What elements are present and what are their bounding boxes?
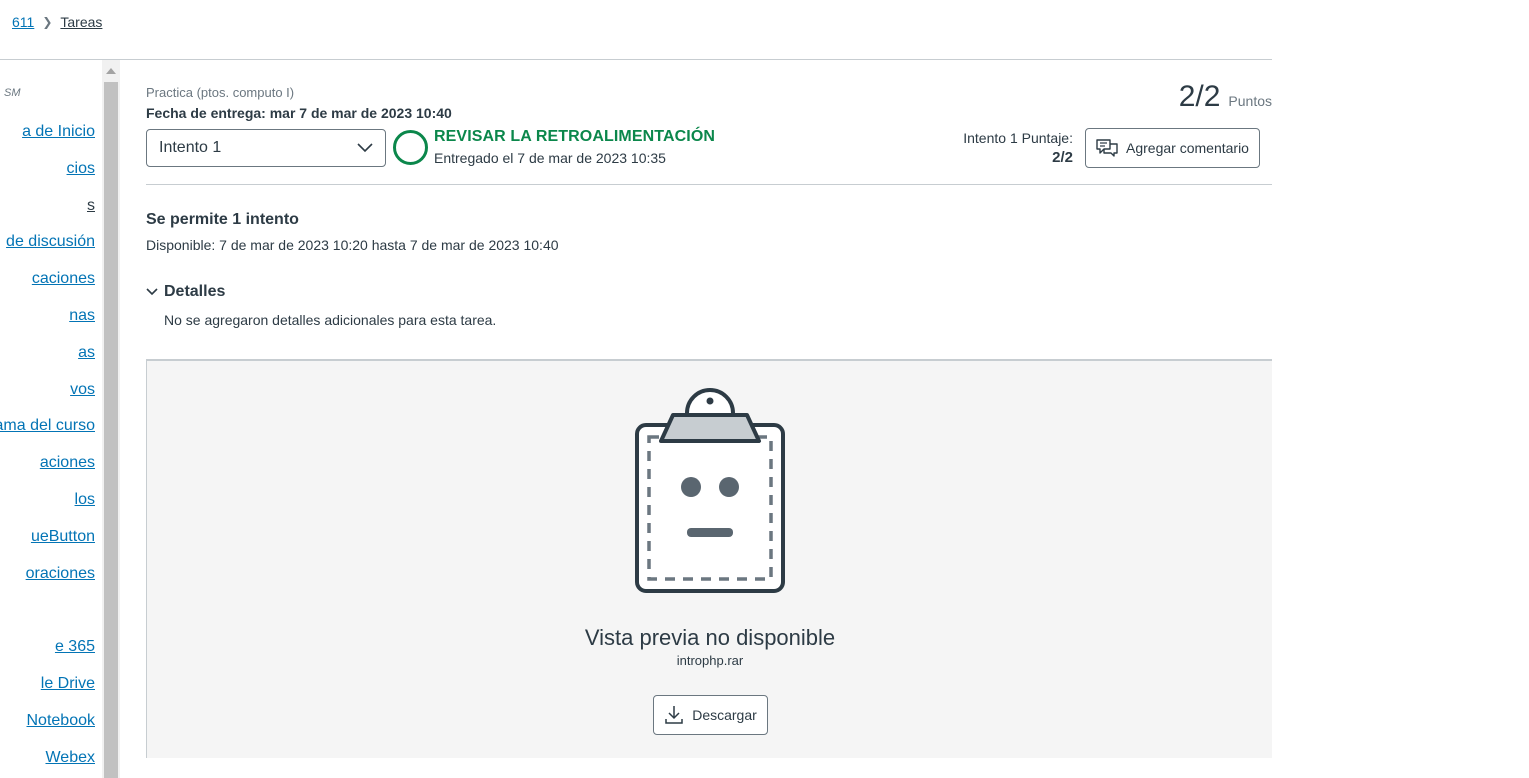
sidebar-scrollbar[interactable] bbox=[102, 60, 120, 778]
breadcrumb-separator-icon: ❯ bbox=[42, 15, 53, 29]
sidebar-item-files[interactable]: vos bbox=[70, 381, 95, 399]
scroll-up-arrow-icon[interactable] bbox=[106, 68, 116, 74]
scrollbar-thumb[interactable] bbox=[104, 82, 118, 778]
add-comment-label: Agregar comentario bbox=[1126, 140, 1249, 156]
sidebar-item-grades[interactable]: caciones bbox=[32, 270, 95, 288]
file-name: introphp.rar bbox=[676, 653, 744, 668]
sidebar-item-bigbluebutton[interactable]: ueButton bbox=[31, 528, 95, 546]
file-preview-panel: Vista previa no disponible introphp.rar … bbox=[146, 359, 1272, 758]
preview-unavailable-title: Vista previa no disponible bbox=[584, 625, 836, 650]
attempt-select[interactable]: Intento 1 bbox=[146, 129, 386, 167]
add-comment-button[interactable]: Agregar comentario bbox=[1085, 128, 1260, 168]
sidebar-item-home[interactable]: a de Inicio bbox=[22, 123, 95, 141]
sidebar-item-google-drive[interactable]: le Drive bbox=[41, 675, 95, 693]
assignment-group-label: Practica (ptos. computo I) bbox=[146, 85, 295, 100]
sidebar-item-assignments[interactable]: s bbox=[87, 197, 95, 215]
section-divider bbox=[146, 184, 1272, 185]
comment-icon bbox=[1096, 139, 1118, 157]
status-title[interactable]: REVISAR LA RETROALIMENTACIÓN bbox=[434, 128, 715, 146]
sidebar-item-pages[interactable]: nas bbox=[69, 307, 95, 325]
download-label: Descargar bbox=[692, 707, 757, 723]
sidebar-item-onenote[interactable]: Notebook bbox=[27, 712, 96, 730]
breadcrumb: 611 ❯ Tareas bbox=[12, 14, 102, 30]
download-icon bbox=[665, 706, 683, 724]
sidebar-item-outcomes[interactable]: aciones bbox=[40, 454, 95, 472]
chevron-down-icon bbox=[146, 288, 158, 296]
header-divider bbox=[0, 59, 1272, 60]
sidebar-item-collaborations[interactable]: oraciones bbox=[26, 565, 95, 583]
sidebar-item-webex[interactable]: Webex bbox=[45, 749, 95, 767]
attempt-score-value: 2/2 bbox=[1052, 149, 1073, 166]
details-label: Detalles bbox=[164, 283, 226, 300]
details-text: No se agregaron detalles adicionales par… bbox=[164, 312, 497, 328]
due-date: Fecha de entrega: mar 7 de mar de 2023 1… bbox=[146, 105, 452, 121]
term-label: SM bbox=[4, 87, 21, 99]
details-toggle[interactable]: Detalles bbox=[146, 283, 225, 301]
attempt-score: Intento 1 Puntaje: 2/2 bbox=[963, 128, 1073, 168]
sidebar-item-office-365[interactable]: e 365 bbox=[55, 638, 95, 656]
sidebar-item-modules[interactable]: los bbox=[75, 491, 95, 509]
attempt-select-value: Intento 1 bbox=[159, 139, 222, 156]
sidebar-item-syllabus[interactable]: ama del curso bbox=[0, 417, 95, 435]
course-navigation: SM a de Inicio cios s de discusión cacio… bbox=[0, 60, 102, 778]
chevron-down-icon bbox=[357, 143, 373, 153]
clipboard-icon bbox=[635, 388, 785, 593]
sidebar-item-announcements[interactable]: cios bbox=[67, 160, 95, 178]
score-unit: Puntos bbox=[1228, 93, 1272, 109]
submitted-date: Entregado el 7 de mar de 2023 10:35 bbox=[434, 150, 666, 166]
download-button[interactable]: Descargar bbox=[653, 695, 768, 735]
breadcrumb-assignments-link[interactable]: Tareas bbox=[60, 14, 102, 30]
sidebar-item-discussions[interactable]: de discusión bbox=[6, 233, 95, 251]
attempt-score-label: Intento 1 Puntaje: bbox=[963, 130, 1073, 146]
availability-dates: Disponible: 7 de mar de 2023 10:20 hasta… bbox=[146, 237, 559, 253]
status-circle-icon bbox=[393, 130, 428, 165]
score-value: 2/2 bbox=[1178, 80, 1221, 113]
sidebar-item-quizzes[interactable]: as bbox=[78, 344, 95, 362]
attempts-allowed: Se permite 1 intento bbox=[146, 211, 299, 228]
breadcrumb-course-link[interactable]: 611 bbox=[12, 14, 34, 30]
total-score: 2/2 Puntos bbox=[1179, 80, 1272, 114]
